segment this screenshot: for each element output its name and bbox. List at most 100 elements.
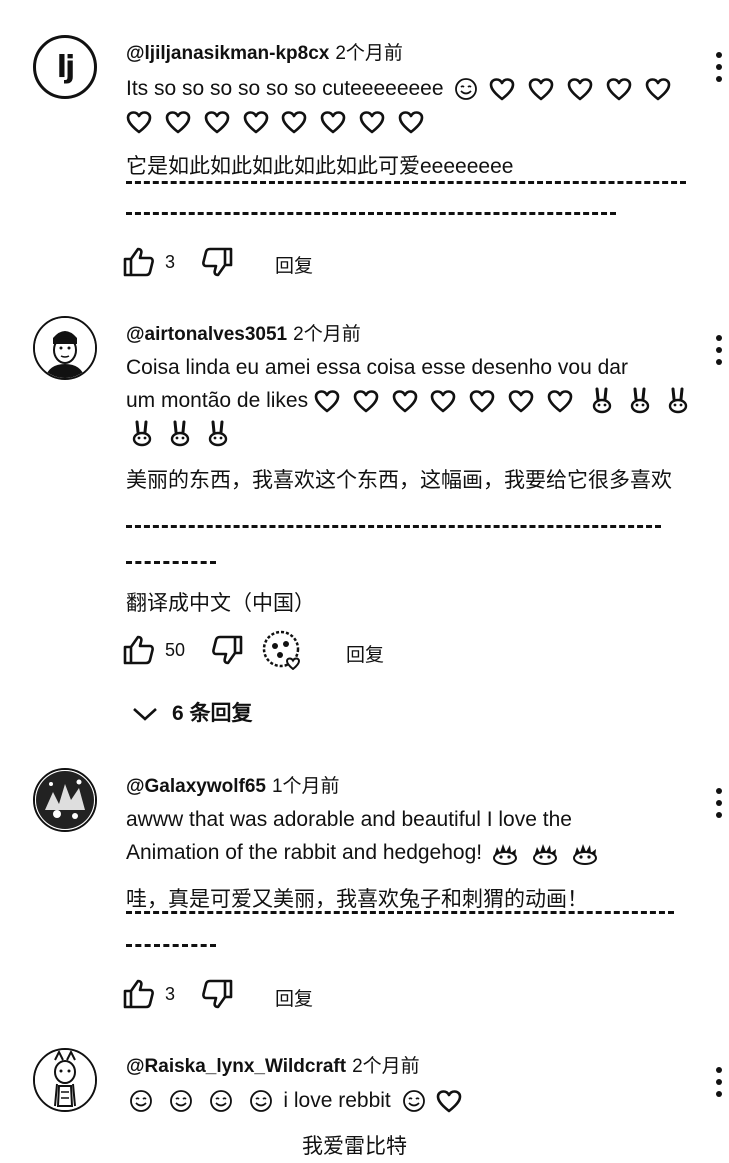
- thumb-up-icon[interactable]: [122, 634, 156, 666]
- more-vert-icon: [716, 335, 722, 341]
- smile-emoji: [454, 77, 478, 101]
- rabbit-emoji: [168, 420, 192, 448]
- more-options-button[interactable]: [708, 788, 729, 822]
- creator-heart-badge: [262, 630, 304, 671]
- heart-emoji: [645, 77, 671, 101]
- heart-emoji: [165, 110, 191, 134]
- smile-emoji: [169, 1089, 193, 1113]
- avatar[interactable]: lj: [33, 35, 97, 99]
- more-options-button[interactable]: [708, 52, 729, 86]
- thumb-down-icon[interactable]: [210, 634, 244, 666]
- chevron-down-icon: [133, 708, 157, 722]
- comment-body-line2: um montão de likes: [126, 389, 309, 412]
- comment-text: awww that was adorable and beautiful I l…: [126, 803, 706, 869]
- heart-emoji: [547, 389, 573, 413]
- author-handle[interactable]: @Raiska_lynx_Wildcraft: [126, 1056, 346, 1077]
- heart-emoji: [606, 77, 632, 101]
- comment-body: Its so so so so so so cuteeeeeeee: [126, 77, 444, 100]
- divider: [126, 181, 686, 184]
- comment-body-line2: Animation of the rabbit and hedgehog!: [126, 841, 483, 864]
- like-count: 3: [165, 984, 176, 1004]
- comment-text: Coisa linda eu amei essa coisa esse dese…: [126, 351, 706, 450]
- comment-body-line1: Coisa linda eu amei essa coisa esse dese…: [126, 356, 628, 379]
- more-vert-icon: [716, 52, 722, 58]
- heart-emoji: [204, 110, 230, 134]
- divider: [126, 911, 674, 914]
- heart-emoji: [359, 110, 385, 134]
- heart-emoji: [567, 77, 593, 101]
- divider: [126, 212, 616, 215]
- timestamp: 1个月前: [271, 776, 340, 797]
- heart-emoji: [430, 389, 456, 413]
- avatar-photo: [35, 1050, 95, 1110]
- translated-text: 美丽的东西，我喜欢这个东西，这幅画，我要给它很多喜欢: [126, 469, 672, 492]
- smile-emoji: [402, 1089, 426, 1113]
- avatar-photo: [35, 770, 95, 830]
- rabbit-emoji: [628, 387, 652, 415]
- timestamp: 2个月前: [293, 324, 361, 345]
- smile-emoji: [249, 1089, 273, 1113]
- thumb-down-icon[interactable]: [200, 978, 234, 1010]
- reply-button[interactable]: 回复: [275, 251, 313, 278]
- avatar[interactable]: [33, 316, 97, 380]
- replies-count: 6 条回复: [172, 702, 253, 725]
- translate-link[interactable]: 翻译成中文（中国）: [126, 587, 315, 617]
- timestamp: 2个月前: [352, 1056, 420, 1077]
- divider: [126, 561, 216, 564]
- heart-emoji: [436, 1089, 462, 1113]
- comment-text: i love rebbit: [124, 1084, 684, 1117]
- author-handle[interactable]: @Galaxywolf65: [126, 776, 266, 797]
- comment-header: @Galaxywolf65 1个月前: [126, 771, 340, 798]
- translated-text: 它是如此如此如此如此如此可爱eeeeeeee: [126, 155, 514, 178]
- heart-emoji: [398, 110, 424, 134]
- heart-emoji: [508, 389, 534, 413]
- view-replies-button[interactable]: 6 条回复: [132, 697, 253, 727]
- thumb-up-icon[interactable]: [122, 978, 156, 1010]
- comment-text: Its so so so so so so cuteeeeeeee: [126, 72, 686, 138]
- timestamp: 2个月前: [335, 43, 403, 64]
- thumb-down-icon[interactable]: [200, 246, 234, 278]
- heart-emoji: [469, 389, 495, 413]
- comment-header: @ljiljanasikman-kp8cx 2个月前: [126, 38, 403, 65]
- hedgehog-emoji: [571, 841, 599, 865]
- creator-avatar-icon: [262, 630, 301, 671]
- reply-button[interactable]: 回复: [275, 984, 313, 1011]
- author-handle[interactable]: @ljiljanasikman-kp8cx: [126, 43, 329, 64]
- rabbit-emoji: [206, 420, 230, 448]
- hedgehog-emoji: [491, 841, 519, 865]
- like-count: 50: [165, 640, 186, 660]
- heart-emoji: [528, 77, 554, 101]
- smile-emoji: [129, 1089, 153, 1113]
- heart-emoji: [353, 389, 379, 413]
- rabbit-emoji: [130, 420, 154, 448]
- hedgehog-emoji: [531, 841, 559, 865]
- heart-emoji: [126, 110, 152, 134]
- more-options-button[interactable]: [708, 1067, 729, 1101]
- divider: [126, 944, 216, 947]
- reply-button[interactable]: 回复: [346, 640, 384, 667]
- rabbit-emoji: [666, 387, 690, 415]
- author-handle[interactable]: @airtonalves3051: [126, 324, 287, 345]
- avatar-photo: [35, 318, 95, 378]
- rabbit-emoji: [590, 387, 614, 415]
- comment-body: i love rebbit: [283, 1089, 391, 1112]
- thumb-up-icon[interactable]: [122, 246, 156, 278]
- translated-text: 我爱雷比特: [302, 1135, 407, 1158]
- heart-emoji: [320, 110, 346, 134]
- heart-emoji: [243, 110, 269, 134]
- heart-emoji: [314, 389, 340, 413]
- heart-emoji: [281, 110, 307, 134]
- divider: [126, 525, 661, 528]
- avatar[interactable]: [33, 1048, 97, 1112]
- more-vert-icon: [716, 788, 722, 794]
- smile-emoji: [209, 1089, 233, 1113]
- more-options-button[interactable]: [708, 335, 729, 369]
- comment-header: @airtonalves3051 2个月前: [126, 319, 361, 346]
- like-count: 3: [165, 252, 176, 272]
- comment-header: @Raiska_lynx_Wildcraft 2个月前: [126, 1051, 420, 1078]
- avatar[interactable]: [33, 768, 97, 832]
- heart-emoji: [392, 389, 418, 413]
- heart-emoji: [489, 77, 515, 101]
- more-vert-icon: [716, 1067, 722, 1073]
- avatar-initials: lj: [56, 49, 76, 85]
